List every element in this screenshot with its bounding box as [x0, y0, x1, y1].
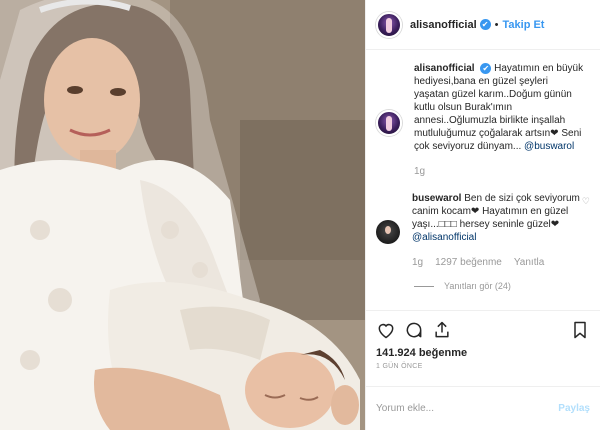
- post-comment-button[interactable]: Paylaş: [558, 403, 590, 414]
- action-bar: 141.924 beğenme 1 GÜN ÖNCE: [366, 310, 600, 370]
- post-header: alisanofficial ✔ • Takip Et: [366, 0, 600, 50]
- comment-input[interactable]: [376, 403, 559, 414]
- separator-dot: •: [494, 18, 499, 31]
- comment-likes[interactable]: 1297 beğenme: [435, 256, 502, 269]
- share-icon[interactable]: [432, 320, 452, 340]
- small-heart-icon[interactable]: ♡: [582, 196, 590, 207]
- post-age[interactable]: 1 GÜN ÖNCE: [376, 363, 590, 370]
- caption-body: alisanofficial ✔ Hayatımın en büyük hedi…: [414, 62, 584, 178]
- caption-comment: alisanofficial ✔ Hayatımın en büyük hedi…: [376, 62, 590, 178]
- comment-meta: 1g 1297 beğenme Yanıtla: [412, 256, 582, 269]
- comment-username[interactable]: busewarol: [412, 193, 461, 204]
- follow-button[interactable]: Takip Et: [503, 19, 545, 31]
- header-username[interactable]: alisanofficial: [410, 19, 477, 31]
- caption-username[interactable]: alisanofficial: [414, 63, 475, 74]
- verified-icon: ✔: [480, 62, 492, 74]
- avatar[interactable]: [376, 11, 402, 38]
- replies-line: [414, 285, 434, 287]
- action-icons: [376, 317, 590, 343]
- caption-time[interactable]: 1g: [414, 165, 425, 178]
- caption-mention[interactable]: @buswarol: [524, 141, 574, 152]
- add-comment-bar: Paylaş: [366, 386, 600, 430]
- reply-button[interactable]: Yanıtla: [514, 256, 544, 269]
- caption-text: Hayatımın en büyük hediyesi,bana en güze…: [414, 63, 584, 152]
- comment-time[interactable]: 1g: [412, 256, 423, 269]
- post-photo[interactable]: [0, 0, 365, 430]
- comment-icon[interactable]: [404, 320, 424, 340]
- heart-icon[interactable]: [376, 320, 396, 340]
- post-sidebar: alisanofficial ✔ • Takip Et alisanoffici…: [365, 0, 600, 430]
- caption-avatar[interactable]: [376, 110, 402, 136]
- view-replies-label[interactable]: Yanıtları gör (24): [444, 281, 511, 291]
- comment-mention[interactable]: @alisanofficial: [412, 232, 476, 243]
- likes-count[interactable]: 141.924 beğenme: [376, 347, 590, 359]
- comments-section: alisanofficial ✔ Hayatımın en büyük hedi…: [366, 50, 600, 310]
- post-photo-illustration: [0, 0, 365, 430]
- comment-body: busewarol Ben de sizi çok seviyorum cani…: [412, 192, 582, 269]
- verified-icon: ✔: [479, 19, 491, 30]
- comment-item: busewarol Ben de sizi çok seviyorum cani…: [376, 192, 590, 269]
- commenter-avatar[interactable]: [376, 220, 400, 244]
- view-replies[interactable]: Yanıtları gör (24): [414, 281, 590, 291]
- bookmark-icon[interactable]: [570, 320, 590, 340]
- instagram-post: alisanofficial ✔ • Takip Et alisanoffici…: [0, 0, 600, 430]
- caption-meta: 1g: [414, 165, 584, 178]
